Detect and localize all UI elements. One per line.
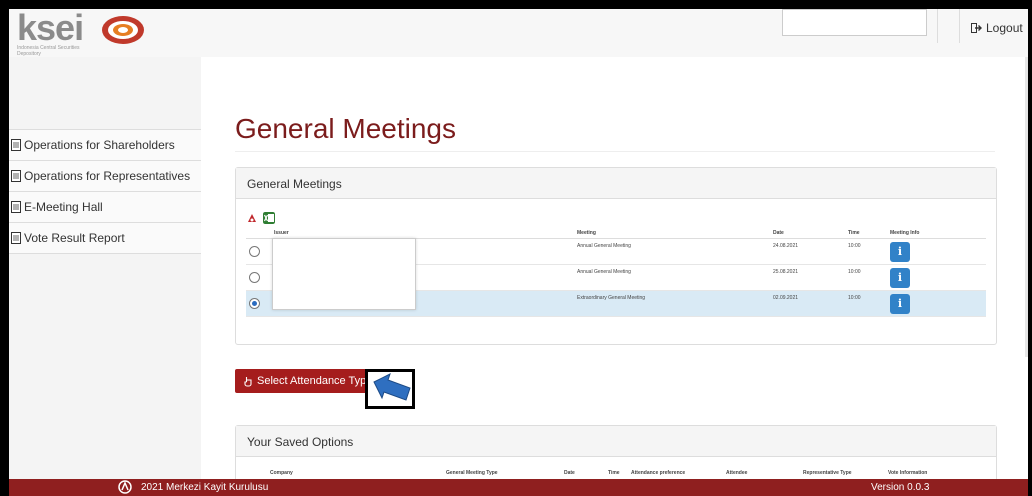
date-column-header: Date (773, 224, 848, 239)
row-radio-checked[interactable] (249, 297, 260, 309)
issuer-redaction-box (272, 238, 416, 310)
logo-text: ksei (17, 9, 84, 48)
blue-arrow-pointer-icon (373, 373, 411, 401)
attendance-preference-column-header: Attendance preference (631, 470, 686, 476)
sidebar-item-operations-representatives[interactable]: Operations for Representatives (9, 161, 201, 192)
sidebar-item-label: E-Meeting Hall (24, 200, 103, 214)
document-icon (11, 139, 21, 151)
time-cell: 10:00 (848, 264, 890, 291)
mkk-logo-icon (118, 480, 132, 494)
page-title: General Meetings (235, 113, 457, 144)
date-column-header: Date (564, 470, 575, 476)
table-header-row: Issuer Meeting Date Time Meeting Info (246, 224, 986, 239)
time-cell: 10:00 (848, 290, 890, 317)
row-radio[interactable] (249, 245, 260, 257)
logout-icon (971, 23, 982, 33)
app-window: ksei Indonesia Central Securities Deposi… (9, 9, 1028, 496)
scrollbar[interactable] (1025, 57, 1028, 357)
sidebar-item-operations-shareholders[interactable]: Operations for Shareholders (9, 130, 201, 161)
excel-export-icon[interactable] (263, 212, 275, 224)
date-cell: 24.08.2021 (773, 238, 848, 265)
vote-information-column-header: Vote Information (888, 470, 928, 476)
logo-subtitle: Indonesia Central Securities Depository (17, 45, 80, 57)
sidebar-item-vote-result-report[interactable]: Vote Result Report (9, 223, 201, 254)
general-meetings-panel: General Meetings Issuer Meeting Date Tim… (235, 167, 997, 345)
representative-type-column-header: Representative Type (803, 470, 852, 476)
footer: 2021 Merkezi Kayit Kurulusu Version 0.0.… (9, 479, 1028, 496)
sidebar-item-label: Vote Result Report (24, 231, 125, 245)
meeting-type-column-header: General Meeting Type (446, 470, 498, 476)
sidebar-menu: Operations for Shareholders Operations f… (9, 129, 201, 254)
header-redacted-field (782, 9, 927, 36)
time-column-header: Time (848, 224, 890, 239)
select-attendance-type-button[interactable]: Select Attendance Type (235, 369, 371, 393)
header: ksei Indonesia Central Securities Deposi… (9, 9, 1028, 57)
footer-copyright: 2021 Merkezi Kayit Kurulusu (141, 482, 269, 493)
ksei-logo-mark-icon (102, 16, 144, 44)
document-icon (11, 232, 21, 244)
meeting-cell: Annual General Meeting (577, 238, 773, 265)
sidebar-item-label: Operations for Shareholders (24, 138, 175, 152)
pdf-export-icon[interactable] (246, 212, 258, 224)
company-column-header: Company (270, 470, 293, 476)
ksei-logo[interactable]: ksei Indonesia Central Securities Deposi… (17, 9, 144, 57)
logout-button[interactable]: Logout (971, 21, 1023, 35)
export-icons (246, 212, 275, 224)
attendee-column-header: Attendee (726, 470, 748, 476)
date-cell: 02.09.2021 (773, 290, 848, 317)
document-icon (11, 201, 21, 213)
panel-heading: Your Saved Options (236, 426, 996, 457)
sidebar: Operations for Shareholders Operations f… (9, 57, 201, 496)
sidebar-item-e-meeting-hall[interactable]: E-Meeting Hall (9, 192, 201, 223)
info-column-header: Meeting Info (890, 224, 986, 239)
header-divider (959, 9, 960, 43)
info-icon[interactable]: i (890, 293, 910, 314)
time-cell: 10:00 (848, 238, 890, 265)
attendance-button-label: Select Attendance Type (257, 375, 371, 387)
document-icon (11, 170, 21, 182)
footer-version: Version 0.0.3 (871, 482, 930, 493)
sidebar-item-label: Operations for Representatives (24, 169, 191, 183)
info-icon[interactable]: i (890, 241, 910, 262)
date-cell: 25.08.2021 (773, 264, 848, 291)
time-column-header: Time (608, 470, 620, 476)
header-divider (937, 9, 938, 43)
panel-heading: General Meetings (236, 168, 996, 199)
issuer-column-header: Issuer (274, 224, 577, 239)
meeting-cell: Extraordinary General Meeting (577, 290, 773, 317)
pointer-annotation-box (365, 369, 415, 409)
logout-label: Logout (986, 21, 1023, 35)
main-content: General Meetings General Meetings Issuer… (201, 57, 1028, 496)
select-column-header (246, 224, 274, 239)
info-icon[interactable]: i (890, 267, 910, 288)
meeting-column-header: Meeting (577, 224, 773, 239)
meeting-cell: Annual General Meeting (577, 264, 773, 291)
row-radio[interactable] (249, 271, 260, 283)
title-divider (235, 151, 995, 152)
hand-pointer-icon (244, 376, 252, 387)
